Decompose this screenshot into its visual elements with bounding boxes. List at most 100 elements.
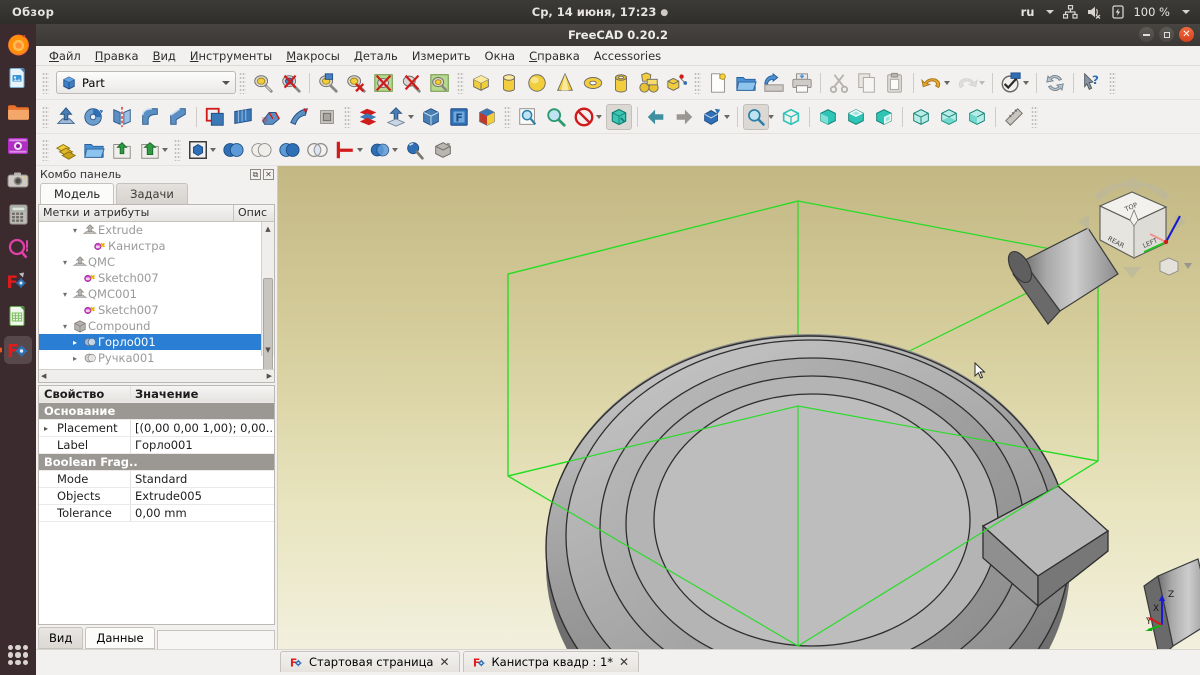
view-left-icon[interactable] (964, 104, 990, 130)
tree-item[interactable]: Sketch007 (39, 302, 261, 318)
tree-hscrollbar[interactable]: ◀ ▶ (39, 369, 274, 382)
dock-item-video-editor[interactable] (4, 132, 32, 160)
tree-vscrollbar[interactable]: ▲ ▼ (261, 222, 274, 369)
model-tree[interactable]: ▾ Extrude Канистра ▾ QMC Sketch007 ▾ QMC001 Sket… (39, 222, 274, 369)
part-revolve-icon[interactable] (81, 104, 107, 130)
dock-item-gimp[interactable] (4, 234, 32, 262)
toolbar-grip[interactable] (694, 71, 701, 94)
part-extrude-icon[interactable] (53, 104, 79, 130)
edit-redo-icon[interactable] (954, 70, 980, 96)
property-row[interactable]: Label Горло001 (39, 437, 274, 454)
property-value[interactable]: Extrude005 (131, 489, 274, 503)
scroll-down-icon[interactable]: ▼ (262, 343, 274, 356)
part-cross-sections-icon[interactable] (399, 70, 425, 96)
edit-cut-icon[interactable] (826, 70, 852, 96)
part-union-icon[interactable] (248, 137, 274, 163)
part-ruled-surface-icon[interactable] (230, 104, 256, 130)
volume-muted-icon[interactable] (1087, 5, 1103, 19)
part-projection-on-surface-icon[interactable] (383, 104, 409, 130)
activities-button[interactable]: Обзор (12, 5, 54, 19)
property-row[interactable]: ▸ Placement [(0,00 0,00 1,00); 0,00... (39, 420, 274, 437)
menu-accessories[interactable]: Accessories (587, 47, 668, 65)
dock-item-camera[interactable] (4, 166, 32, 194)
toolbar-grip[interactable] (42, 105, 49, 128)
part-sphere-icon[interactable] (524, 70, 550, 96)
file-print-icon[interactable] (789, 70, 815, 96)
navigation-cube[interactable]: TOP REAR LEFT (1072, 174, 1192, 284)
part-intersection-icon[interactable] (304, 137, 330, 163)
std-refresh-icon[interactable] (1042, 70, 1068, 96)
view-draw-style-icon[interactable] (571, 104, 597, 130)
tree-item[interactable]: ▾ QMC (39, 254, 261, 270)
dock-item-calculator[interactable] (4, 200, 32, 228)
close-panel-button[interactable]: ✕ (263, 169, 274, 180)
toolbar-grip[interactable] (344, 105, 351, 128)
view-right-icon[interactable] (871, 104, 897, 130)
part-shapebuilder-icon[interactable] (664, 70, 690, 96)
view-axonometric-icon[interactable] (699, 104, 725, 130)
part-cone-icon[interactable] (552, 70, 578, 96)
part-cut-icon[interactable] (220, 137, 246, 163)
part-thickness-icon[interactable] (355, 104, 381, 130)
property-row[interactable]: Objects Extrude005 (39, 488, 274, 505)
view-top-icon[interactable] (843, 104, 869, 130)
view-forward-arrow-icon[interactable] (671, 104, 697, 130)
float-panel-button[interactable]: ⧉ (250, 169, 261, 180)
view-fit-selection-icon[interactable] (515, 104, 541, 130)
view-zoom-icon[interactable] (743, 103, 769, 130)
dock-item-freecad[interactable]: F (4, 336, 32, 364)
property-col-name[interactable]: Свойство (39, 386, 131, 402)
dock-item-freecad-doc[interactable]: F (4, 268, 32, 296)
part-convert-to-shape-icon[interactable] (430, 137, 456, 163)
part-common-icon[interactable] (276, 137, 302, 163)
close-tab-icon[interactable]: ✕ (439, 655, 449, 669)
property-value[interactable]: Горло001 (131, 438, 274, 452)
part-join-connect-icon[interactable] (332, 137, 358, 163)
part-splitting-icon[interactable] (367, 137, 393, 163)
document-tab[interactable]: F Стартовая страница ✕ (280, 651, 460, 672)
dock-item-firefox[interactable] (4, 30, 32, 58)
part-torus-icon[interactable] (580, 70, 606, 96)
edit-paste-icon[interactable] (882, 70, 908, 96)
part-box-icon[interactable] (468, 70, 494, 96)
part-boolean-icon[interactable] (185, 137, 211, 163)
toolbar-grip[interactable] (174, 138, 181, 161)
tree-column-description[interactable]: Опис (234, 205, 274, 221)
scroll-up-icon[interactable]: ▲ (262, 222, 274, 235)
edit-undo-icon[interactable] (919, 70, 945, 96)
dock-item-text-editor[interactable] (4, 64, 32, 92)
tree-collapse-icon[interactable]: ▾ (69, 226, 81, 235)
measure-icon[interactable] (1001, 104, 1027, 130)
property-expand-icon[interactable]: ▸ (44, 424, 48, 433)
part-loft-icon[interactable] (258, 104, 284, 130)
part-check-geometry-2-icon[interactable] (402, 137, 428, 163)
scroll-left-icon[interactable]: ◀ (41, 372, 46, 380)
toolbar-grip[interactable] (42, 138, 49, 161)
edit-copy-icon[interactable] (854, 70, 880, 96)
tree-item[interactable]: ▾ Extrude (39, 222, 261, 238)
file-save-icon[interactable] (761, 70, 787, 96)
dock-item-files[interactable] (4, 98, 32, 126)
part-refine-shape-icon[interactable] (278, 70, 304, 96)
std-edit-mode-icon[interactable] (998, 70, 1024, 96)
property-row[interactable]: Mode Standard (39, 471, 274, 488)
battery-icon[interactable] (1112, 5, 1125, 19)
maximize-button[interactable] (1159, 27, 1174, 42)
menu-windows[interactable]: Окна (478, 47, 523, 65)
tree-item[interactable]: ▸Cut008 (39, 366, 261, 369)
minimize-button[interactable] (1139, 27, 1154, 42)
tree-item[interactable]: Sketch007 (39, 270, 261, 286)
view-fit-all-icon[interactable] (543, 104, 569, 130)
tree-item[interactable]: ▸ Ручка001 (39, 350, 261, 366)
menu-file[interactable]: Файл (42, 47, 88, 65)
part-make-face-from-wires-icon[interactable] (202, 104, 228, 130)
view-isometric-icon[interactable] (606, 103, 632, 130)
toolbar-grip[interactable] (504, 105, 511, 128)
tree-column-labels[interactable]: Метки и атрибуты (39, 205, 234, 221)
property-col-value[interactable]: Значение (131, 387, 274, 401)
toolbar-grip[interactable] (42, 71, 49, 94)
tree-collapse-icon[interactable]: ▾ (59, 322, 71, 331)
menu-view[interactable]: Вид (146, 47, 183, 65)
part-attachment-icon[interactable] (418, 104, 444, 130)
menu-help[interactable]: Справка (522, 47, 587, 65)
